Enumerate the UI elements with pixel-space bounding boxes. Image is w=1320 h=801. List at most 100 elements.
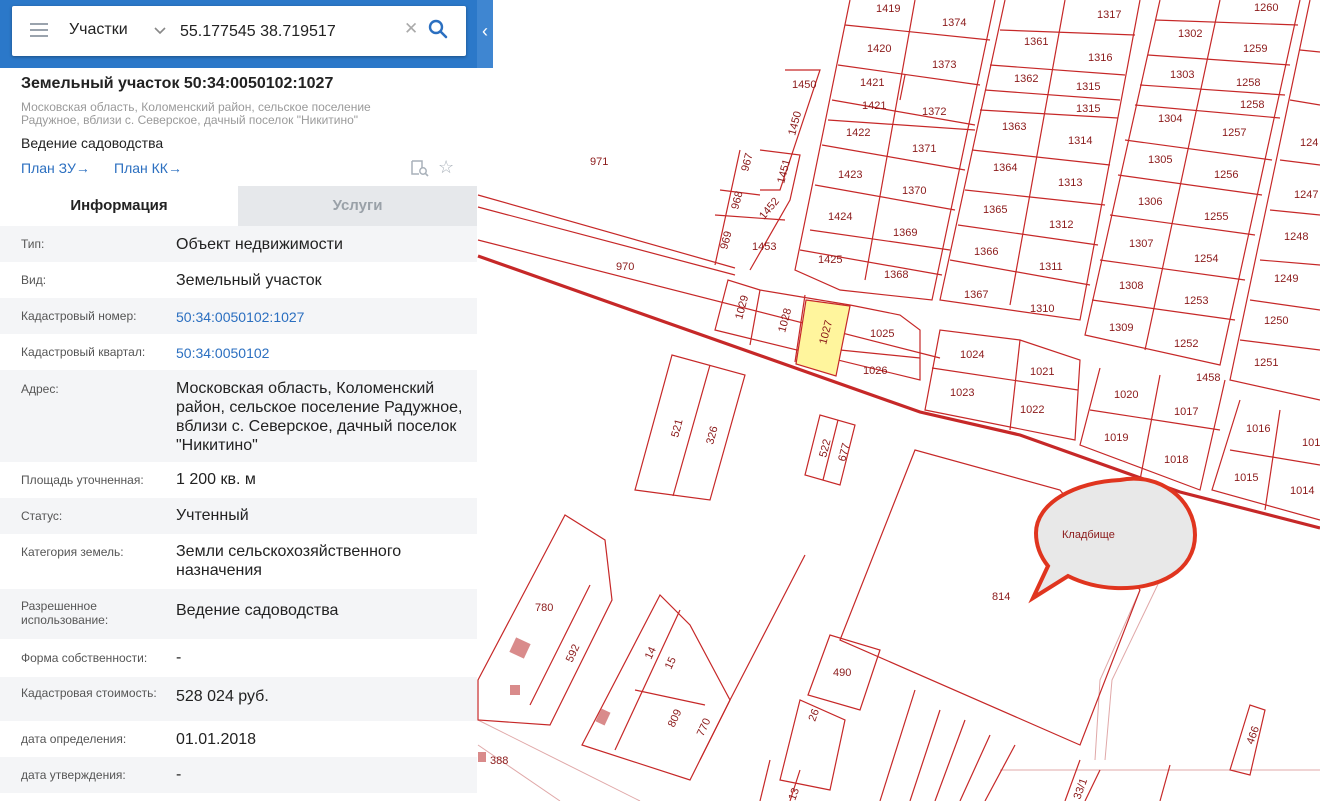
- parcel-label: 1315: [1076, 103, 1100, 115]
- parcel-label: 1248: [1284, 231, 1308, 243]
- parcel-label: 490: [833, 667, 851, 679]
- row-label: Кадастровый квартал:: [21, 345, 146, 359]
- row-value: 1 200 кв. м: [176, 471, 256, 488]
- parcel-label: 814: [992, 591, 1010, 603]
- collapse-panel-button[interactable]: ‹: [477, 0, 493, 68]
- parcel-label: 1373: [932, 59, 956, 71]
- table-row: Статус: Учтенный: [0, 498, 477, 534]
- parcel-label: 1423: [838, 169, 862, 181]
- parcel-label: 1258: [1236, 77, 1260, 89]
- parcel-label: 101: [1302, 437, 1320, 449]
- row-label: Кадастровая стоимость:: [21, 686, 157, 700]
- parcel-address: Московская область, Коломенский район, с…: [21, 100, 371, 127]
- parcel-label: 1315: [1076, 81, 1100, 93]
- parcel-label: 1257: [1222, 127, 1246, 139]
- row-value: Учтенный: [176, 507, 249, 524]
- parcel-label: 1014: [1290, 485, 1314, 497]
- parcel-label: 1313: [1058, 177, 1082, 189]
- table-row: Кадастровый квартал: 50:34:0050102: [0, 334, 477, 370]
- row-value: Земельный участок: [176, 272, 322, 289]
- table-row: Тип: Объект недвижимости: [0, 226, 477, 262]
- star-icon[interactable]: ☆: [438, 157, 454, 178]
- parcel-label: 1316: [1088, 52, 1112, 64]
- parcel-label: 1249: [1274, 273, 1298, 285]
- hamburger-icon[interactable]: [30, 23, 48, 37]
- table-row: Вид: Земельный участок: [0, 262, 477, 298]
- parcel-label: 1311: [1039, 261, 1063, 273]
- parcel-label: 1026: [863, 365, 887, 377]
- parcel-label: 1306: [1138, 196, 1162, 208]
- plan-zu-label: План ЗУ: [21, 160, 76, 176]
- row-value: Московская область, Коломенский район, с…: [176, 380, 463, 454]
- parcel-label: 1259: [1243, 43, 1267, 55]
- row-label: Площадь уточненная:: [21, 473, 144, 487]
- parcel-label: 1419: [876, 3, 900, 15]
- parcel-label: 1304: [1158, 113, 1182, 125]
- table-row: Адрес: Московская область, Коломенский р…: [0, 370, 477, 462]
- parcel-label: 1453: [752, 241, 776, 253]
- parcel-label: 1365: [983, 204, 1007, 216]
- row-label: Вид:: [21, 273, 47, 287]
- parcel-label: 1420: [867, 43, 891, 55]
- parcel-label: 1260: [1254, 2, 1278, 14]
- parcel-label: 1254: [1194, 253, 1218, 265]
- parcel-label: 1364: [993, 162, 1017, 174]
- parcel-label: 1024: [960, 349, 984, 361]
- parcel-label: 1312: [1049, 219, 1073, 231]
- plan-kk-link[interactable]: План КК→: [114, 160, 182, 176]
- row-value: Ведение садоводства: [176, 602, 339, 619]
- parcel-label: 388: [490, 755, 508, 767]
- row-value: Объект недвижимости: [176, 236, 343, 253]
- parcel-label: 1018: [1164, 454, 1188, 466]
- cadastral-block-link[interactable]: 50:34:0050102: [176, 344, 466, 363]
- table-row: Форма собственности: -: [0, 639, 477, 677]
- parcel-label: 1421: [860, 77, 884, 89]
- parcel-label: 1421: [862, 100, 886, 112]
- parcel-label: 1305: [1148, 154, 1172, 166]
- row-value: 528 024 руб.: [176, 688, 269, 705]
- parcel-label: 1307: [1129, 238, 1153, 250]
- parcel-label: 1251: [1254, 357, 1278, 369]
- parcel-label: 1367: [964, 289, 988, 301]
- parcel-label: 1025: [870, 328, 894, 340]
- parcel-label: 1303: [1170, 69, 1194, 81]
- parcel-label: 1020: [1114, 389, 1138, 401]
- parcel-label: 1372: [922, 106, 946, 118]
- parcel-label: 1424: [828, 211, 852, 223]
- building-marker: [510, 685, 520, 695]
- row-value: Земли сельскохозяйственного назначения: [176, 543, 402, 579]
- parcel-label: 1256: [1214, 169, 1238, 181]
- row-label: Адрес:: [21, 382, 59, 396]
- search-icon[interactable]: [428, 19, 448, 39]
- chevron-down-icon[interactable]: [154, 26, 166, 36]
- tab-services[interactable]: Услуги: [238, 186, 477, 226]
- parcel-label: 1458: [1196, 372, 1220, 384]
- parcel-label: 1425: [818, 254, 842, 266]
- parcel-label: 1370: [902, 185, 926, 197]
- building-marker: [478, 752, 486, 762]
- parcel-label: 1422: [846, 127, 870, 139]
- parcel-label: 1023: [950, 387, 974, 399]
- parcel-label: 1317: [1097, 9, 1121, 21]
- parcel-label: 1450: [792, 79, 816, 91]
- row-label: дата определения:: [21, 732, 127, 746]
- parcel-label: 1374: [942, 17, 966, 29]
- cadastral-number-link[interactable]: 50:34:0050102:1027: [176, 308, 466, 327]
- plan-zu-link[interactable]: План ЗУ→: [21, 160, 90, 176]
- parcel-use: Ведение садоводства: [21, 135, 164, 151]
- close-icon[interactable]: ✕: [404, 19, 418, 39]
- parcel-label: 1252: [1174, 338, 1198, 350]
- document-search-icon[interactable]: [410, 159, 430, 177]
- parcel-label: 1308: [1119, 280, 1143, 292]
- layer-select[interactable]: Участки: [69, 21, 128, 39]
- arrow-right-icon: →: [75, 160, 90, 176]
- parcel-label: 1302: [1178, 28, 1202, 40]
- parcel-label: 1253: [1184, 295, 1208, 307]
- tab-info[interactable]: Информация: [0, 186, 238, 226]
- page-title: Земельный участок 50:34:0050102:1027: [21, 75, 334, 92]
- plan-kk-label: План КК: [114, 160, 168, 176]
- parcel-label: 1016: [1246, 423, 1270, 435]
- parcel-label: 780: [535, 602, 553, 614]
- search-input[interactable]: [178, 19, 402, 45]
- row-label: Статус:: [21, 509, 63, 523]
